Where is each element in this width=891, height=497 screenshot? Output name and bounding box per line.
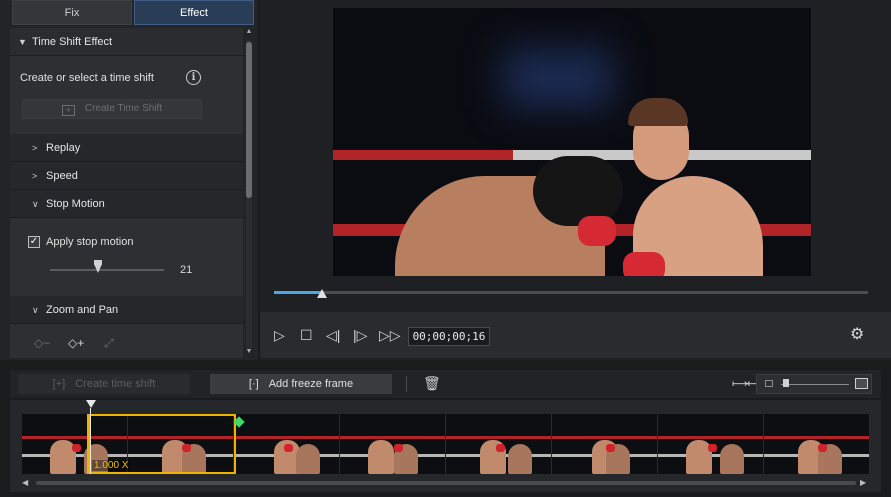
time-shift-title: Time Shift Effect: [32, 36, 113, 48]
crowd-light: [503, 48, 613, 108]
effect-panel: Fix Effect ▼ Time Shift Effect Create or …: [0, 0, 258, 360]
freeze-frame-icon: [·]: [248, 378, 259, 390]
chevron-right-icon: >: [32, 143, 38, 153]
create-time-shift-toolbar-button[interactable]: [+] Create time shift: [18, 374, 190, 394]
ring-rope: [333, 150, 513, 160]
next-frame-icon[interactable]: |▷: [353, 328, 367, 342]
stop-motion-label: Stop Motion: [46, 198, 105, 210]
boxer-right-hair: [628, 98, 688, 126]
create-time-shift-label: Create Time Shift: [84, 103, 163, 114]
stop-motion-section-header[interactable]: ∨ Stop Motion: [10, 190, 243, 218]
player-controls: ▷ ☐ ◁| |▷ ▷▷ 00;00;00;16 ⚙: [260, 312, 891, 358]
chevron-down-icon: ∨: [32, 199, 39, 209]
filmstrip-thumbnail: [340, 414, 446, 474]
stop-motion-body: ✓ Apply stop motion 21: [10, 218, 243, 296]
zoom-out-icon[interactable]: [765, 380, 773, 387]
boxer-left-head: [533, 156, 623, 226]
zoom-pan-section-header[interactable]: ∨ Zoom and Pan: [10, 296, 243, 324]
chevron-down-icon: ∨: [32, 305, 39, 315]
scroll-right-icon[interactable]: ▶: [860, 478, 866, 487]
zoom-pan-body: ◇− ◇+ ⤢: [10, 324, 243, 358]
add-keyframe-icon[interactable]: ◇+: [68, 336, 84, 350]
tab-bar: Fix Effect: [12, 0, 254, 26]
tab-effect[interactable]: Effect: [134, 0, 254, 25]
stop-motion-slider-track[interactable]: [50, 269, 164, 271]
timecode-display[interactable]: 00;00;00;16: [408, 327, 490, 346]
add-freeze-frame-label: Add freeze frame: [268, 378, 354, 390]
seek-progress: [274, 291, 322, 294]
info-circle-icon[interactable]: i: [186, 70, 201, 85]
timeline-scrollbar-thumb[interactable]: [36, 481, 856, 485]
zoom-in-icon[interactable]: [855, 378, 868, 389]
stop-motion-value: 21: [180, 264, 193, 276]
add-box-icon: +: [61, 105, 75, 116]
speed-section-header[interactable]: > Speed: [10, 162, 243, 190]
timeline-zoom-control: [756, 374, 872, 394]
play-icon[interactable]: ▷: [274, 328, 285, 342]
trash-icon[interactable]: 🗑: [423, 375, 441, 392]
video-preview: [333, 8, 811, 276]
scroll-down-icon[interactable]: ▼: [245, 348, 253, 355]
scroll-up-icon[interactable]: ▲: [245, 28, 253, 35]
scrollbar-thumb[interactable]: [246, 42, 252, 198]
filmstrip-thumbnail: [446, 414, 552, 474]
playhead-icon[interactable]: [86, 400, 96, 408]
filmstrip-thumbnail: [658, 414, 764, 474]
stop-icon[interactable]: ☐: [300, 328, 313, 342]
replay-section-header[interactable]: > Replay: [10, 134, 243, 162]
replay-label: Replay: [46, 142, 81, 154]
time-shift-section-header[interactable]: ▼ Time Shift Effect: [10, 28, 243, 56]
playhead-line: [90, 408, 91, 474]
effects-list: ▼ Time Shift Effect Create or select a ti…: [10, 28, 243, 358]
glove: [578, 216, 616, 246]
remove-keyframe-icon[interactable]: ◇−: [34, 336, 50, 350]
filmstrip-thumbnail: [234, 414, 340, 474]
speed-label: Speed: [46, 170, 78, 182]
tab-fix[interactable]: Fix: [12, 0, 132, 25]
chevron-right-icon: >: [32, 171, 38, 181]
caret-down-icon: ▼: [18, 37, 27, 47]
time-shift-body: Create or select a time shift i + Create …: [10, 56, 243, 134]
create-time-shift-button[interactable]: + Create Time Shift: [22, 99, 202, 119]
seek-bar[interactable]: [274, 291, 868, 294]
timeline-scrollbar[interactable]: ◀ ▶: [22, 478, 870, 488]
fast-forward-icon[interactable]: ▷▷: [379, 328, 401, 342]
preview-panel: ▷ ☐ ◁| |▷ ▷▷ 00;00;00;16 ⚙: [260, 0, 891, 360]
filmstrip-thumbnail: [764, 414, 870, 474]
timeline-filmstrip: 1.000 X ◀ ▶: [10, 400, 881, 492]
toolbar-divider: [406, 376, 407, 392]
resize-icon[interactable]: ⤢: [104, 336, 114, 351]
gear-icon[interactable]: ⚙: [850, 327, 864, 343]
scroll-left-icon[interactable]: ◀: [22, 478, 28, 487]
zoom-slider-thumb[interactable]: [783, 379, 789, 387]
filmstrip-thumbnail: [552, 414, 658, 474]
zoom-slider-track[interactable]: [781, 384, 849, 385]
glove: [623, 252, 665, 276]
apply-stop-motion-checkbox[interactable]: ✓: [28, 236, 40, 248]
zoom-pan-label: Zoom and Pan: [46, 304, 119, 316]
previous-frame-icon[interactable]: ◁|: [326, 328, 340, 342]
time-shift-prompt: Create or select a time shift: [20, 72, 154, 84]
add-freeze-frame-button[interactable]: [·] Add freeze frame: [210, 374, 392, 394]
seek-thumb[interactable]: [316, 289, 327, 298]
effects-scrollbar[interactable]: ▲ ▼: [245, 28, 253, 358]
apply-stop-motion-label: Apply stop motion: [46, 236, 134, 248]
timeline-toolbar: [+] Create time shift [·] Add freeze frame…: [10, 370, 881, 398]
selection-speed-label: 1.000 X: [92, 460, 131, 471]
create-time-shift-toolbar-label: Create time shift: [75, 378, 156, 390]
add-box-icon: [+]: [52, 378, 66, 390]
stop-motion-slider-thumb[interactable]: [93, 260, 102, 273]
